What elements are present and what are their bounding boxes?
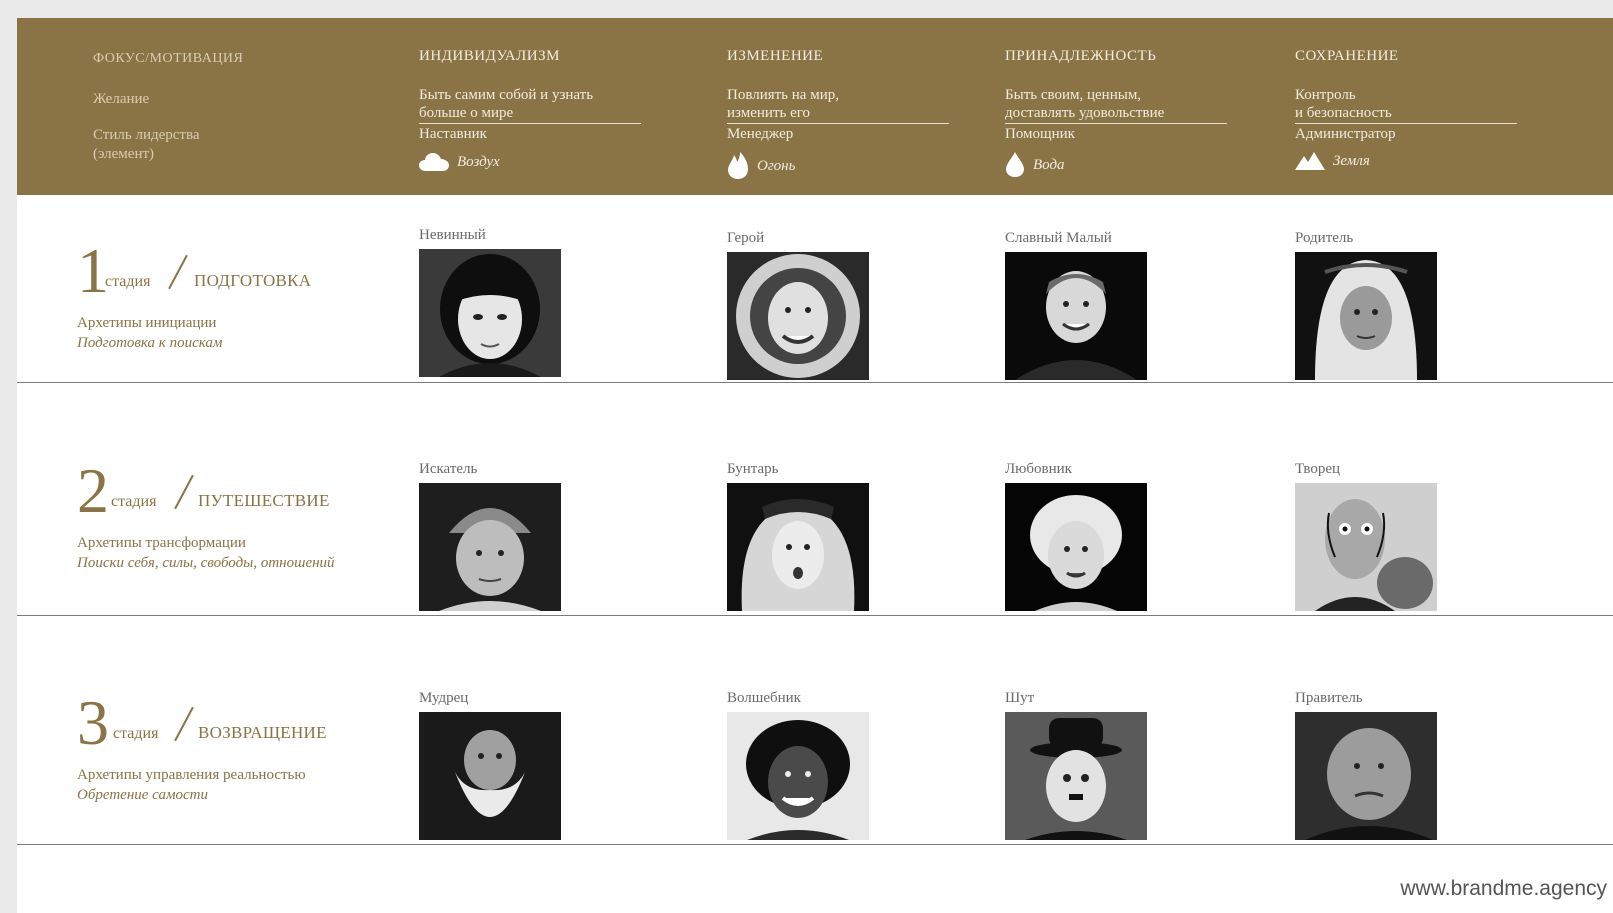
column-desire: Быть самим собой и узнать больше о мире <box>419 86 641 124</box>
column-role: Помощник <box>1005 126 1075 142</box>
archetype-name: Бунтарь <box>727 461 779 477</box>
portrait-image <box>419 483 561 611</box>
stage-name: ВОЗВРАЩЕНИЕ <box>198 723 327 742</box>
desire-line-1: Быть своим, ценным, <box>1005 87 1142 103</box>
archetype-name: Мудрец <box>419 690 469 706</box>
archetype-name: Шут <box>1005 690 1035 706</box>
stage-subtitle-italic: Поиски себя, силы, свободы, отношений <box>77 555 335 571</box>
mountain-icon <box>1295 152 1325 170</box>
column-element: Вода <box>1005 152 1065 178</box>
element-label: Земля <box>1333 152 1370 169</box>
cloud-icon <box>419 153 449 171</box>
label-leadership: Стиль лидерства <box>93 127 200 143</box>
label-element: (элемент) <box>93 146 155 162</box>
column-role: Администратор <box>1295 126 1396 142</box>
stage-subtitle: Архетипы инициации <box>77 315 217 331</box>
element-label: Воздух <box>457 153 500 170</box>
portrait-image <box>1295 483 1437 611</box>
stage-row-1: 1 стадия ПОДГОТОВКА Архетипы инициации П… <box>17 195 1613 383</box>
column-desire: Повлиять на мир, изменить его <box>727 86 949 124</box>
portrait-image <box>727 252 869 380</box>
fire-icon <box>728 152 748 179</box>
archetype-name: Творец <box>1295 461 1341 477</box>
stage-number: 2 <box>77 455 109 526</box>
column-title: ИЗМЕНЕНИЕ <box>727 48 824 64</box>
label-desire: Желание <box>93 91 150 107</box>
column-desire: Быть своим, ценным, доставлять удовольст… <box>1005 86 1227 124</box>
stage-slash <box>174 706 194 742</box>
column-element: Огонь <box>727 152 795 180</box>
stage-number: 3 <box>77 687 109 758</box>
stage-word: стадия <box>105 273 151 290</box>
portrait-image <box>419 249 561 377</box>
water-drop-icon <box>1006 152 1024 177</box>
archetype-name: Волшебник <box>727 690 801 706</box>
column-title: ПРИНАДЛЕЖНОСТЬ <box>1005 48 1157 64</box>
stage-name: ПОДГОТОВКА <box>194 271 312 290</box>
stage-slash <box>168 254 188 290</box>
column-title: ИНДИВИДУАЛИЗМ <box>419 48 560 64</box>
desire-line-2: и безопасность <box>1295 105 1392 121</box>
stage-row-3: 3 стадия ВОЗВРАЩЕНИЕ Архетипы управления… <box>17 615 1613 845</box>
portrait-image <box>1005 252 1147 380</box>
stage-slash <box>174 474 194 510</box>
desire-line-1: Быть самим собой и узнать <box>419 87 594 103</box>
desire-line-1: Повлиять на мир, <box>727 87 839 103</box>
portrait-image <box>727 483 869 611</box>
element-label: Вода <box>1033 156 1065 173</box>
stage-word: стадия <box>113 725 159 742</box>
header-band: ФОКУС/МОТИВАЦИЯ Желание Стиль лидерства … <box>17 18 1613 195</box>
stage-subtitle-italic: Подготовка к поискам <box>77 335 223 351</box>
desire-line-1: Контроль <box>1295 87 1356 103</box>
footer-url[interactable]: www.brandme.agency <box>1400 877 1607 901</box>
archetype-name: Герой <box>727 230 765 246</box>
stage-row-2: 2 стадия ПУТЕШЕСТВИЕ Архетипы трансформа… <box>17 383 1613 616</box>
archetype-name: Славный Малый <box>1005 230 1112 246</box>
stage-subtitle: Архетипы управления реальностью <box>77 767 306 783</box>
row-divider <box>17 844 1613 845</box>
column-role: Наставник <box>419 126 487 142</box>
stage-subtitle: Архетипы трансформации <box>77 535 246 551</box>
column-element: Воздух <box>419 152 500 172</box>
archetype-name: Любовник <box>1005 461 1072 477</box>
column-title: СОХРАНЕНИЕ <box>1295 48 1399 64</box>
archetype-name: Правитель <box>1295 690 1363 706</box>
label-focus: ФОКУС/МОТИВАЦИЯ <box>93 51 244 66</box>
archetype-name: Родитель <box>1295 230 1354 246</box>
portrait-image <box>1295 712 1437 840</box>
column-desire: Контроль и безопасность <box>1295 86 1517 124</box>
column-role: Менеджер <box>727 126 794 142</box>
archetype-name: Искатель <box>419 461 478 477</box>
portrait-image <box>727 712 869 840</box>
desire-line-2: изменить его <box>727 105 811 121</box>
desire-line-2: больше о мире <box>419 105 514 121</box>
archetype-name: Невинный <box>419 227 486 243</box>
stage-number: 1 <box>77 235 109 306</box>
element-label: Огонь <box>757 157 796 174</box>
portrait-image <box>1295 252 1437 380</box>
stage-word: стадия <box>111 493 157 510</box>
stage-name: ПУТЕШЕСТВИЕ <box>198 491 330 510</box>
portrait-image <box>1005 712 1147 840</box>
portrait-image <box>1005 483 1147 611</box>
stage-subtitle-italic: Обретение самости <box>77 787 209 803</box>
portrait-image <box>419 712 561 840</box>
column-element: Земля <box>1295 152 1370 170</box>
desire-line-2: доставлять удовольствие <box>1005 105 1165 121</box>
slide: ФОКУС/МОТИВАЦИЯ Желание Стиль лидерства … <box>17 18 1613 913</box>
